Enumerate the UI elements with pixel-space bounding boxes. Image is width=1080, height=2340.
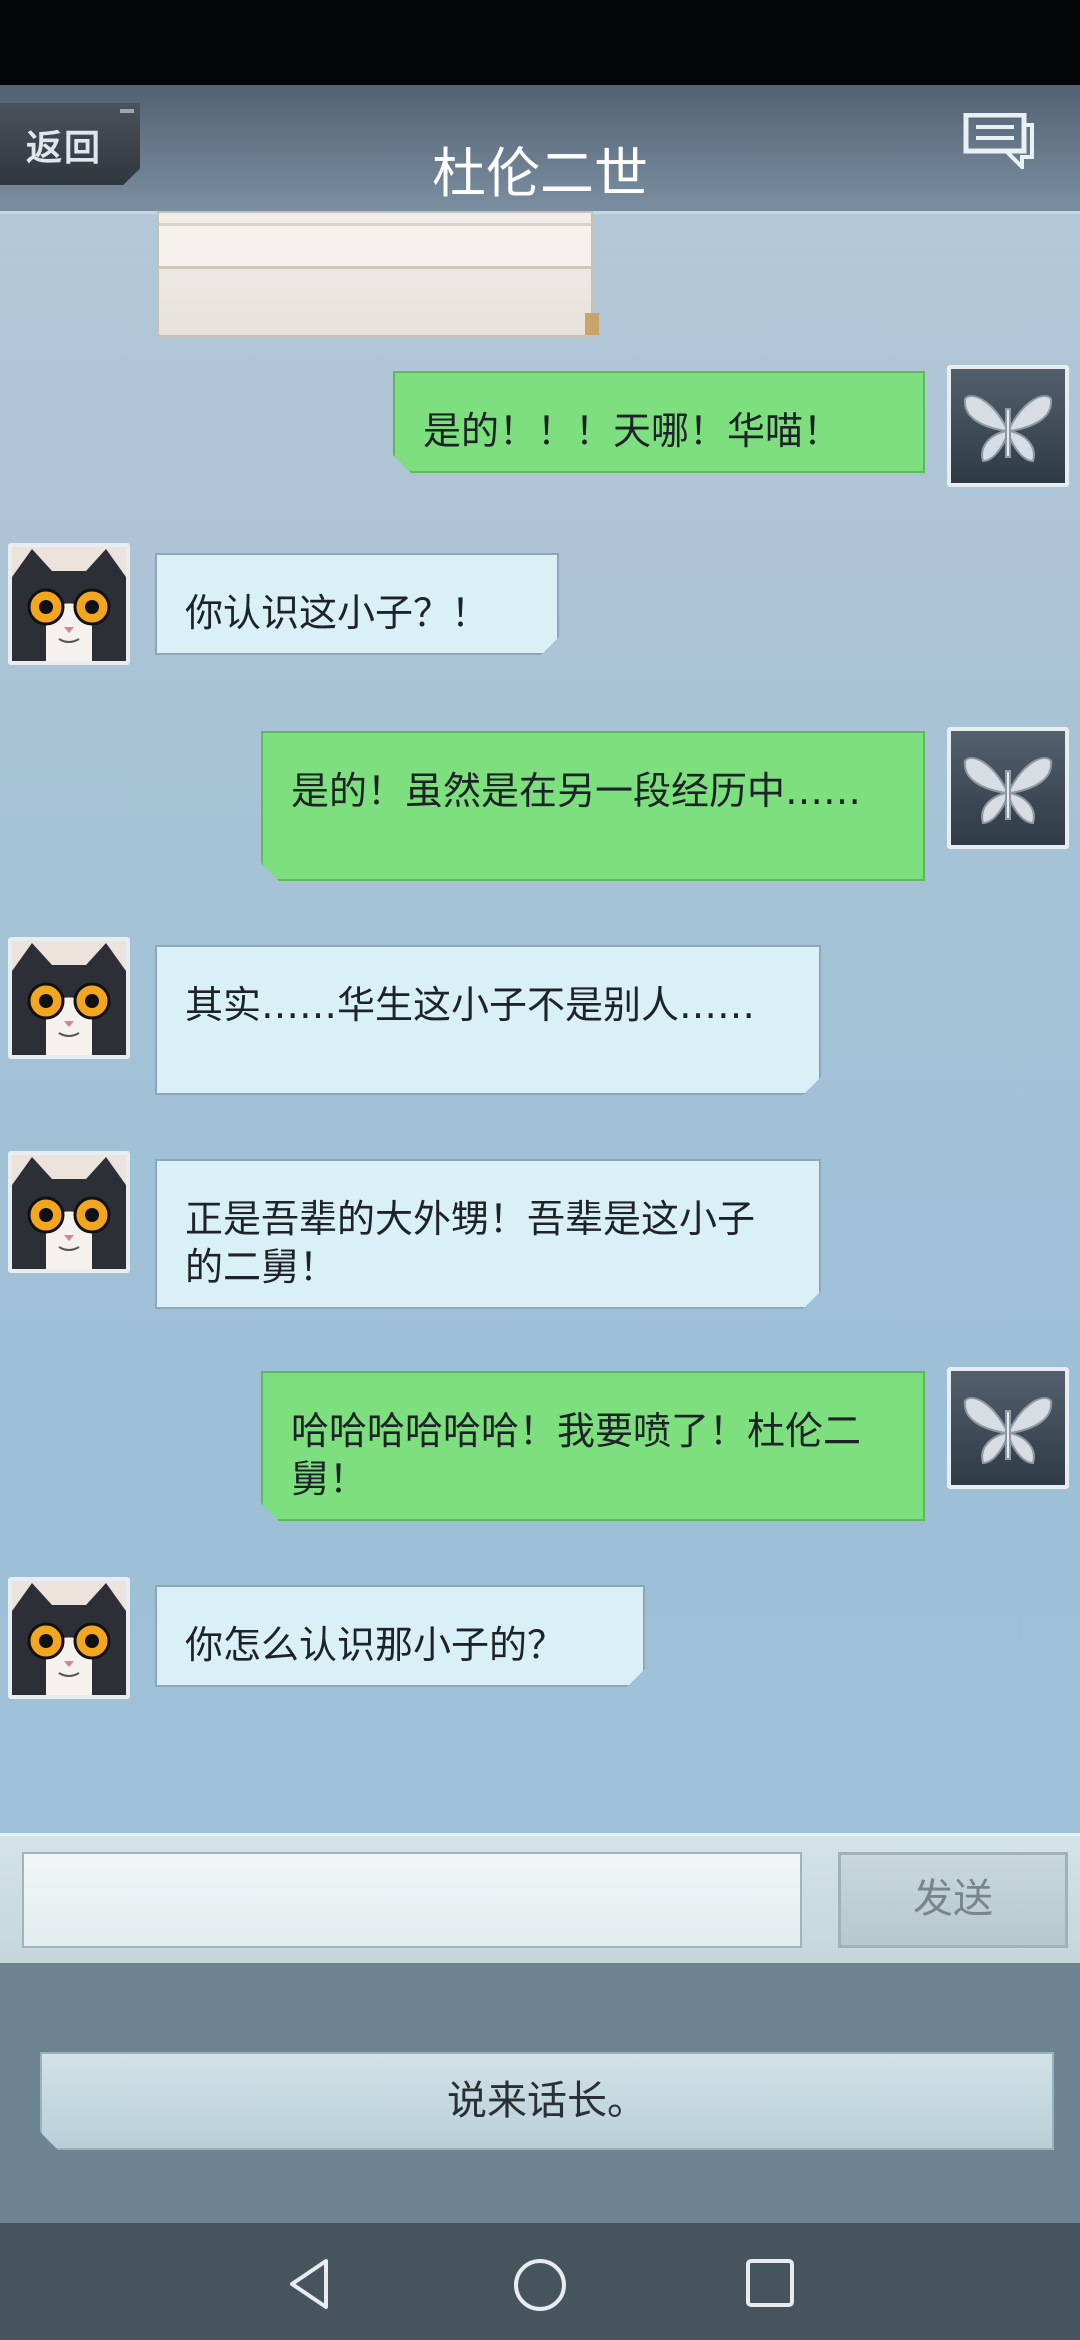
butterfly-icon[interactable] [947,727,1069,849]
message-text: 是的！！！天哪！华喵！ [423,409,842,453]
cat-icon[interactable] [8,543,130,665]
message-text: 你认识这小子？！ [185,591,490,635]
header: 返回 杜伦二世 [0,85,1080,214]
message-bubble-received: 你怎么认识那小子的？ [155,1585,645,1687]
message-text: 其实……华生这小子不是别人…… [185,983,756,1027]
message-text: 哈哈哈哈哈哈！我要喷了！杜伦二舅！ [291,1409,862,1501]
nav-recents-icon[interactable] [744,2257,796,2309]
image-content [159,223,591,269]
message-bubble-sent: 是的！！！天哪！华喵！ [393,371,925,473]
message-bubble-received: 其实……华生这小子不是别人…… [155,945,821,1095]
system-nav-bar [0,2223,1080,2340]
nav-back-icon[interactable] [284,2257,334,2311]
status-bar [0,0,1080,85]
message-bubble-received: 你认识这小子？！ [155,553,559,655]
image-message[interactable] [157,211,599,337]
message-input[interactable] [22,1852,802,1948]
butterfly-icon[interactable] [947,1367,1069,1489]
message-bubble-received: 正是吾辈的大外甥！吾辈是这小子的二舅！ [155,1159,821,1309]
message-text: 是的！虽然是在另一段经历中…… [291,769,862,813]
page-title: 杜伦二世 [432,142,648,205]
message-text: 你怎么认识那小子的？ [185,1623,566,1667]
nav-home-icon[interactable] [512,2257,568,2313]
message-text: 正是吾辈的大外甥！吾辈是这小子的二舅！ [185,1197,756,1289]
cat-icon[interactable] [8,1151,130,1273]
message-bubble-sent: 哈哈哈哈哈哈！我要喷了！杜伦二舅！ [261,1371,925,1521]
reply-option-button[interactable]: 说来话长。 [40,2052,1054,2150]
cat-icon[interactable] [8,1577,130,1699]
cat-icon[interactable] [8,937,130,1059]
message-bubble-sent: 是的！虽然是在另一段经历中…… [261,731,925,881]
message-icon[interactable] [962,113,1036,169]
back-button-decoration [120,109,134,113]
reply-option-label: 说来话长。 [447,2078,647,2124]
chat-area[interactable]: 是的！！！天哪！华喵！ 你认识这小子？！ 是的！虽然是在另一段经历中…… 其实…… [0,211,1080,1833]
send-label: 发送 [913,1876,993,1922]
input-bar: 发送 [0,1833,1080,1966]
send-button[interactable]: 发送 [838,1852,1068,1948]
image-content-detail [585,313,599,335]
chat-app: 返回 杜伦二世 是的！！！天哪！华喵！ 你认识这小子？！ 是的！虽然是在另一段经… [0,85,1080,2223]
butterfly-icon[interactable] [947,365,1069,487]
